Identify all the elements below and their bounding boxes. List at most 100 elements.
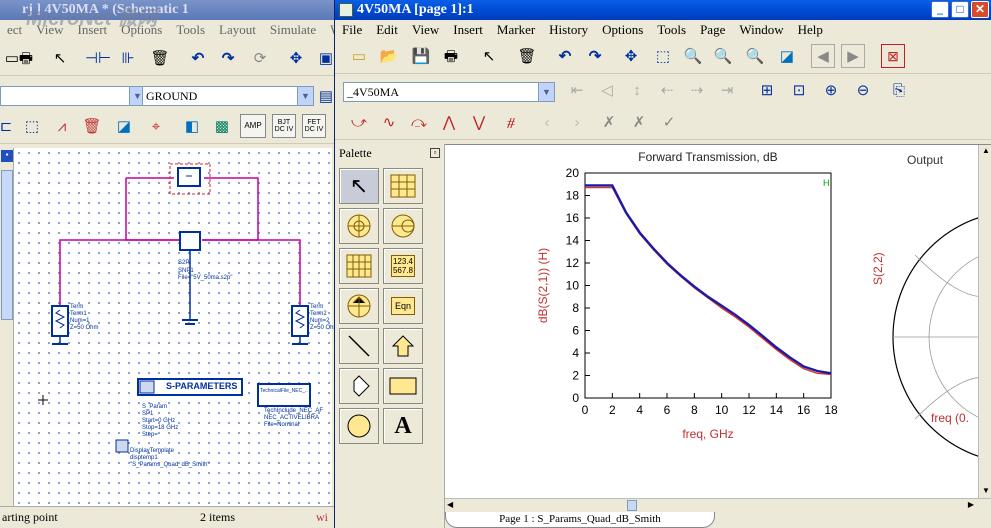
sparam-box-label[interactable]: S-PARAMETERS [166,381,237,391]
palette-polar-plot[interactable] [339,208,379,244]
marker-right-icon[interactable]: ⇢ [685,78,709,102]
marker-wave-icon[interactable]: ∿ [377,110,401,134]
menu-history[interactable]: History [542,20,595,40]
palette-line[interactable] [339,328,379,364]
menu-help[interactable]: Help [791,20,830,40]
print-icon[interactable]: 🖶 [439,44,463,68]
schematic-menu-window[interactable]: W [323,20,334,40]
schematic-menu-select[interactable]: ect [0,20,29,40]
palette-polygon[interactable] [339,368,379,404]
library-combo[interactable]: ▼ [0,86,146,106]
new-icon[interactable]: ▭ [347,44,371,68]
subcircuit-icon[interactable]: ◧ [180,114,204,138]
menu-page[interactable]: Page [693,20,732,40]
techfile-box[interactable]: TechnicalFile_NEC_... [260,388,308,394]
menu-tools[interactable]: Tools [650,20,693,40]
zoom-in-icon[interactable]: 🔍 [681,44,705,68]
close-icon[interactable]: ✕ [971,1,989,18]
marker-move-icon[interactable]: ↕ [625,78,649,102]
hscroll-thumb[interactable] [627,500,637,511]
stop-icon[interactable]: ⊠ [881,44,905,68]
menu-view[interactable]: View [405,20,446,40]
palette-stack-plot[interactable] [339,248,379,284]
chevron-down-icon[interactable]: ▼ [538,83,554,101]
move-icon[interactable]: ✥ [284,46,308,70]
move-icon[interactable]: ✥ [619,44,643,68]
resistor-icon[interactable]: ⩘ [50,114,74,138]
marker-last-icon[interactable]: ⇥ [715,78,739,102]
plot-horizontal-scrollbar[interactable]: ◀ ▶ [445,498,991,512]
select-pointer-icon[interactable]: ↖ [477,44,501,68]
palette-ellipse[interactable] [339,408,379,444]
marker-valley-icon[interactable]: ⤼ [407,110,431,134]
bjt-dciv-button[interactable]: BJT DC IV [272,114,296,138]
scroll-thumb[interactable] [1,170,13,320]
marker-left-icon[interactable]: ⇠ [655,78,679,102]
display-title-bar[interactable]: 4V50MA [page 1]:1 _ □ ✕ [335,0,991,20]
delete-icon[interactable]: 🗑 [148,46,172,70]
fet-dciv-button[interactable]: FET DC IV [302,114,326,138]
schematic-canvas[interactable]: S2P SNP1 File="5V_50ma.s2p" Term Term1 N… [14,148,334,506]
plot-area[interactable]: 0 2 4 6 8 10 12 14 16 18 0 2 4 6 8 10 12 14 16 18 20 Forward … [445,144,991,499]
marker-check-icon[interactable]: ✓ [657,110,681,134]
zoom-page-icon[interactable]: ◪ [775,44,799,68]
maximize-icon[interactable]: □ [951,1,969,18]
layout-icon[interactable]: ▩ [210,114,234,138]
marker-icon[interactable]: ⤻ [347,110,371,134]
palette-rect-plot[interactable] [383,168,423,204]
open-folder-icon[interactable]: 📂 [377,44,401,68]
menu-marker[interactable]: Marker [490,20,542,40]
menu-window[interactable]: Window [732,20,790,40]
name-icon[interactable]: ⬚ [20,114,44,138]
redo-icon[interactable]: ↷ [216,46,240,70]
schematic-menu-simulate[interactable]: Simulate [263,20,323,40]
palette-list-table[interactable]: 123.4 567.8 [383,248,423,284]
dataset-combo[interactable]: _4V50MA ▼ [343,82,555,102]
amp-template-button[interactable]: AMP [240,114,266,138]
zoom-window-icon[interactable]: ⬚ [651,44,675,68]
palette-polyline[interactable] [383,328,423,364]
panel-toggle-icon[interactable]: ▪ [1,150,13,162]
select-pointer-icon[interactable]: ↖ [48,46,72,70]
schematic-vertical-scrollbar[interactable]: ▪ [0,148,14,506]
menu-file[interactable]: File [335,20,369,40]
marker-min-icon[interactable]: ⋁ [467,110,491,134]
zoom-out-icon[interactable]: 🔍 [711,44,735,68]
zoom-area-icon[interactable]: ▣ [314,46,334,70]
minimize-icon[interactable]: _ [931,1,949,18]
delete-component-icon[interactable]: 🗑 [80,114,104,138]
menu-edit[interactable]: Edit [369,20,405,40]
marker-cross-icon[interactable]: ✗ [597,110,621,134]
menu-insert[interactable]: Insert [446,20,490,40]
previous-page-icon[interactable]: ◀ [811,44,835,68]
marker-prev-point-icon[interactable]: ‹ [535,110,559,134]
scroll-up-icon[interactable]: ▲ [980,146,991,158]
scroll-left-icon[interactable]: ◀ [447,500,453,509]
schematic-menu-tools[interactable]: Tools [169,20,212,40]
save-icon[interactable]: 💾 [409,44,433,68]
marker-next-point-icon[interactable]: › [565,110,589,134]
marker-delta-icon[interactable]: ⧣ [499,110,523,134]
next-page-icon[interactable]: ▶ [841,44,865,68]
scroll-right-icon[interactable]: ▶ [968,500,974,509]
export-icon[interactable]: ⎘ [887,78,911,102]
undo-icon[interactable]: ↶ [186,46,210,70]
schematic-menu-layout[interactable]: Layout [212,20,263,40]
palette-antenna-plot[interactable] [339,288,379,324]
page-tab[interactable]: Page 1 : S_Params_Quad_dB_Smith [445,512,715,528]
tune-icon[interactable]: ◪ [112,114,136,138]
palette-equation[interactable]: Eqn [383,288,423,324]
probe-icon[interactable]: ⌖ [144,114,168,138]
palette-restore-icon[interactable]: ▫ [430,148,440,158]
plot-zoom-out-icon[interactable]: ⊖ [851,78,875,102]
palette-rectangle[interactable] [383,368,423,404]
marker-prev-icon[interactable]: ◁ [595,78,619,102]
redo-icon[interactable]: ↷ [583,44,607,68]
plot-icon[interactable]: ⊞ [755,78,779,102]
menu-options[interactable]: Options [595,20,650,40]
print-icon[interactable]: 🖶 [14,46,38,70]
marker-cross2-icon[interactable]: ✗ [627,110,651,134]
delete-icon[interactable]: 🗑 [515,44,539,68]
plot-vertical-scrollbar[interactable]: ▲ ▼ [978,145,991,499]
palette-text[interactable]: A [383,408,423,444]
